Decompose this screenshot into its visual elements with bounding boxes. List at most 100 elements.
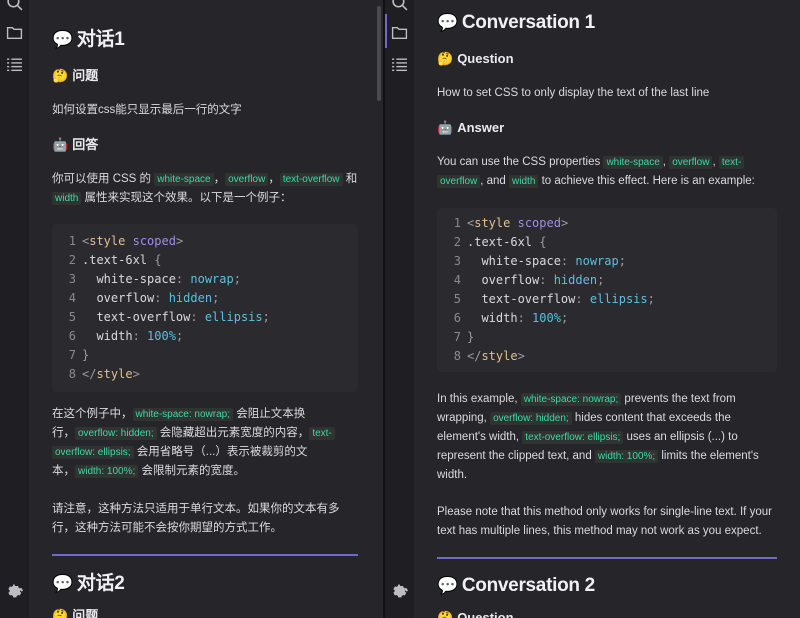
code-token: >	[175, 234, 184, 248]
code-token: ;	[647, 292, 655, 306]
thinking-face-icon: 🤔	[52, 609, 69, 618]
answer-line-1: 你可以使用 CSS 的 white-space， overflow， text-ov…	[52, 173, 358, 186]
explanation-line-2: wrapping, overflow: hidden; hides conten…	[437, 412, 731, 425]
line-number: 5	[68, 310, 76, 324]
code-line: 5 text-overflow: ellipsis;	[447, 290, 767, 309]
speech-bubble-icon: 💬	[52, 30, 73, 50]
folder-icon[interactable]	[391, 24, 408, 41]
conversation-2-title: 💬 对话2	[52, 573, 125, 594]
line-number: 5	[453, 292, 461, 306]
code-line: 8 </style>	[62, 365, 348, 384]
code-token: }	[82, 348, 90, 362]
code-token: scoped	[517, 216, 561, 230]
search-icon[interactable]	[6, 0, 23, 11]
code-token: style	[474, 216, 518, 230]
code-token: scoped	[132, 234, 176, 248]
speech-bubble-icon: 💬	[437, 13, 458, 33]
explanation-line-3: element's width, text-overflow: ellipsis…	[437, 431, 738, 444]
code-token: ;	[233, 272, 241, 286]
explanation-line-4: 本， width: 100%; 会限制元素的宽度。	[52, 465, 245, 478]
explanation-line-1: In this example, white-space: nowrap; pr…	[437, 393, 736, 406]
code-token: style	[89, 234, 133, 248]
code-token: ;	[560, 311, 569, 325]
explanation-line-1: 在这个例子中， white-space: nowrap; 会阻止文本换	[52, 408, 306, 421]
explanation-line-5: width.	[437, 469, 468, 481]
question-heading-2: 🤔Question	[437, 609, 514, 618]
list-icon[interactable]	[391, 56, 408, 73]
gear-icon[interactable]	[391, 582, 408, 599]
code-token: hidden	[553, 273, 598, 287]
code-line: 2 .text-6xl {	[447, 233, 767, 252]
code-token: white-space	[467, 254, 561, 268]
code-token: :	[175, 272, 191, 286]
line-number: 8	[68, 367, 76, 381]
code-token: >	[517, 349, 525, 363]
note-line-2: 行，这种方法可能不会按你期望的方式工作。	[52, 522, 282, 534]
question-heading: 🤔 Question	[437, 51, 514, 67]
code-token: ellipsis	[589, 292, 648, 306]
code-line: 1 <style scoped>	[62, 232, 348, 251]
code-token: hidden	[168, 291, 213, 305]
note-line-1: Please note that this method only works …	[437, 506, 772, 518]
left-pane: 💬 对话1 🤔 问题 如何设置css能只显示最后一行的文字 🤖 回答 你可以使用 CS…	[0, 0, 383, 618]
line-number: 2	[453, 235, 461, 249]
left-scrollbar[interactable]	[377, 6, 381, 101]
line-number: 3	[68, 272, 76, 286]
search-icon[interactable]	[391, 0, 408, 11]
code-token: {	[539, 235, 547, 249]
code-token: :	[560, 254, 576, 268]
robot-icon: 🤖	[437, 121, 454, 136]
code-line: 7}	[62, 346, 348, 365]
section-divider	[52, 554, 358, 556]
code-token: :	[575, 292, 590, 306]
code-token: 100%	[147, 329, 176, 343]
code-token: >	[132, 367, 140, 381]
speech-bubble-icon: 💬	[437, 576, 458, 596]
answer-line-2: overflow, and width to achieve this effe…	[437, 172, 755, 191]
code-token: text-overflow	[82, 310, 191, 324]
code-token: width	[82, 329, 133, 343]
answer-heading: 🤖 回答	[52, 137, 99, 153]
question-heading: 🤔 问题	[52, 68, 99, 84]
code-token: </	[82, 367, 97, 381]
code-block[interactable]: 1 <style scoped> 2 .text-6xl {3 white-space…	[52, 224, 358, 392]
left-activity-bar	[0, 0, 29, 618]
line-number: 2	[68, 253, 76, 267]
code-token: style	[481, 349, 518, 363]
list-icon[interactable]	[6, 56, 23, 73]
explanation-line-3: overflow: ellipsis; 会用省略号（...）表示被裁剪的文	[52, 443, 307, 462]
question-text: 如何设置css能只显示最后一行的文字	[52, 104, 242, 116]
gear-icon[interactable]	[6, 582, 23, 599]
code-token: ellipsis	[204, 310, 263, 324]
line-number: 1	[453, 216, 461, 230]
code-line: 6 width: 100%;	[447, 309, 767, 328]
code-block[interactable]: 1 <style scoped> 2 .text-6xl {3 white-space…	[437, 208, 777, 372]
code-token: :	[190, 310, 205, 324]
active-indicator	[385, 14, 387, 48]
code-token: ;	[212, 291, 220, 305]
line-number: 7	[68, 348, 76, 362]
code-token: }	[467, 330, 475, 344]
section-divider	[437, 557, 777, 559]
code-token: 100%	[532, 311, 561, 325]
code-token: overflow	[467, 273, 540, 287]
code-token: width	[467, 311, 518, 325]
thinking-face-icon: 🤔	[437, 52, 454, 67]
code-token: nowrap	[190, 272, 234, 286]
code-line: 1 <style scoped>	[447, 214, 767, 233]
code-line: 3 white-space: nowrap;	[447, 252, 767, 271]
code-token: :	[154, 291, 169, 305]
folder-icon[interactable]	[6, 24, 23, 41]
question-text: How to set CSS to only display the text …	[437, 87, 710, 99]
line-number: 4	[453, 273, 461, 287]
line-number: 1	[68, 234, 76, 248]
note-line-1: 请注意，这种方法只适用于单行文本。如果你的文本有多	[52, 503, 340, 515]
code-token: white-space	[82, 272, 176, 286]
note-line-2: text has multiple lines, this method may…	[437, 525, 762, 537]
conversation-1-title: 💬 对话1	[52, 29, 125, 50]
line-number: 8	[453, 349, 461, 363]
code-token: text-overflow	[467, 292, 576, 306]
code-line: 7}	[447, 328, 767, 347]
line-number: 6	[453, 311, 461, 325]
code-token: :	[539, 273, 554, 287]
